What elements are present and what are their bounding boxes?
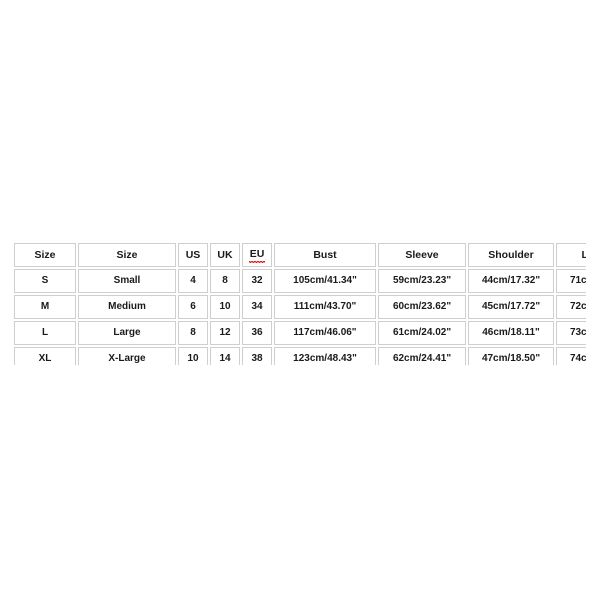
cell-bust: 105cm/41.34": [274, 269, 376, 293]
size-chart-body: Size Size US UK EU Bust Sleeve Shoulder …: [14, 243, 586, 365]
cell-us: 10: [178, 347, 208, 365]
cell-eu: 38: [242, 347, 272, 365]
cell-us: 4: [178, 269, 208, 293]
cell-length: 72cm/28.35": [556, 295, 586, 319]
cell-size-abbr: L: [14, 321, 76, 345]
column-header-bust: Bust: [274, 243, 376, 267]
cell-sleeve: 62cm/24.41": [378, 347, 466, 365]
cell-size-word: X-Large: [78, 347, 176, 365]
cell-size-word: Large: [78, 321, 176, 345]
cell-us: 8: [178, 321, 208, 345]
cell-uk: 12: [210, 321, 240, 345]
cell-sleeve: 59cm/23.23": [378, 269, 466, 293]
cell-uk: 14: [210, 347, 240, 365]
table-row: L Large 8 12 36 117cm/46.06" 61cm/24.02"…: [14, 321, 586, 345]
cell-size-abbr: M: [14, 295, 76, 319]
column-header-eu: EU: [242, 243, 272, 267]
column-header-size-abbr: Size: [14, 243, 76, 267]
cell-length: 71cm/27.95": [556, 269, 586, 293]
cell-eu: 36: [242, 321, 272, 345]
column-header-size-word: Size: [78, 243, 176, 267]
cell-eu: 32: [242, 269, 272, 293]
column-header-length: Length: [556, 243, 586, 267]
table-header-row: Size Size US UK EU Bust Sleeve Shoulder …: [14, 243, 586, 267]
cell-size-word: Small: [78, 269, 176, 293]
cell-uk: 10: [210, 295, 240, 319]
table-row: S Small 4 8 32 105cm/41.34" 59cm/23.23" …: [14, 269, 586, 293]
table-row: XL X-Large 10 14 38 123cm/48.43" 62cm/24…: [14, 347, 586, 365]
cell-shoulder: 44cm/17.32": [468, 269, 554, 293]
column-header-us: US: [178, 243, 208, 267]
table-row: M Medium 6 10 34 111cm/43.70" 60cm/23.62…: [14, 295, 586, 319]
column-header-sleeve: Sleeve: [378, 243, 466, 267]
cell-length: 73cm/28.74": [556, 321, 586, 345]
column-header-shoulder: Shoulder: [468, 243, 554, 267]
cell-shoulder: 45cm/17.72": [468, 295, 554, 319]
cell-eu: 34: [242, 295, 272, 319]
cell-uk: 8: [210, 269, 240, 293]
size-chart-container: Size Size US UK EU Bust Sleeve Shoulder …: [14, 243, 586, 365]
cell-sleeve: 61cm/24.02": [378, 321, 466, 345]
cell-length: 74cm/29.13": [556, 347, 586, 365]
cell-shoulder: 47cm/18.50": [468, 347, 554, 365]
cell-bust: 123cm/48.43": [274, 347, 376, 365]
cell-us: 6: [178, 295, 208, 319]
cell-bust: 117cm/46.06": [274, 321, 376, 345]
spellcheck-underline-eu: EU: [248, 248, 265, 263]
cell-size-word: Medium: [78, 295, 176, 319]
cell-size-abbr: XL: [14, 347, 76, 365]
cell-size-abbr: S: [14, 269, 76, 293]
cell-shoulder: 46cm/18.11": [468, 321, 554, 345]
cell-sleeve: 60cm/23.62": [378, 295, 466, 319]
size-chart-table: Size Size US UK EU Bust Sleeve Shoulder …: [14, 243, 586, 365]
column-header-uk: UK: [210, 243, 240, 267]
cell-bust: 111cm/43.70": [274, 295, 376, 319]
